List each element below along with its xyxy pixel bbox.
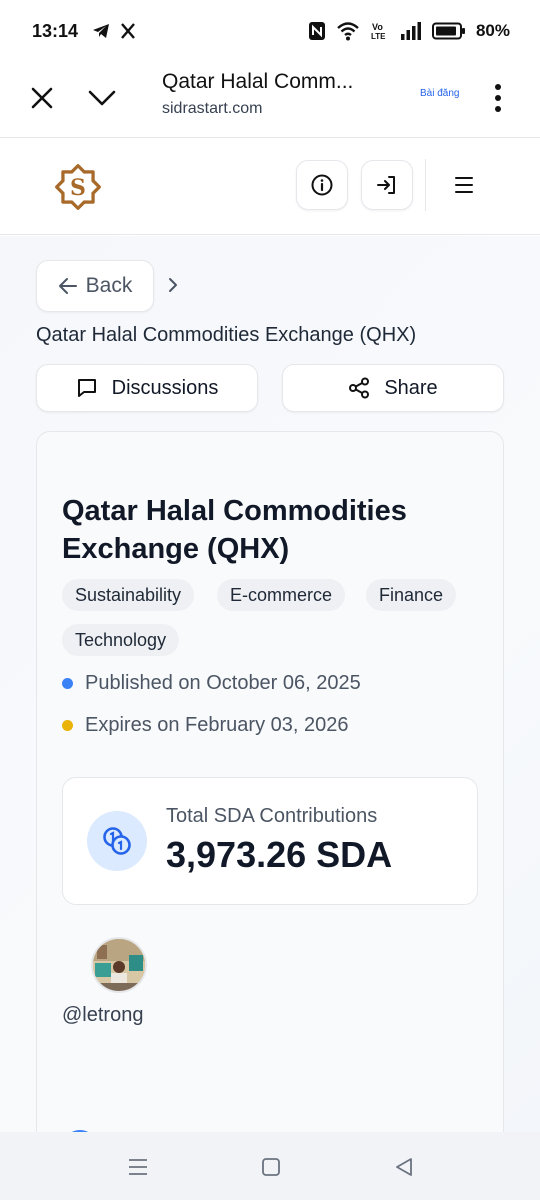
expires-row: Expires on February 03, 2026 [62,714,349,737]
share-button[interactable]: Share [282,364,504,412]
more-vert-icon-dot [495,84,501,90]
nfc-icon [308,22,325,40]
menu-lines-icon [129,1159,147,1175]
tag-chip[interactable]: Technology [62,624,180,656]
avatar[interactable] [91,937,147,993]
login-icon [377,176,395,194]
battery-icon [431,22,465,40]
recent-apps-button[interactable] [124,1154,152,1180]
more-vert-icon-dot [495,95,501,101]
published-row: Published on October 06, 2025 [62,672,361,695]
coins-icon [87,811,147,871]
back-button[interactable]: Back [36,260,154,312]
breadcrumb-chevron-icon [169,278,177,292]
tag-chip[interactable]: Sustainability [62,579,195,611]
discussions-button[interactable]: Discussions [36,364,258,412]
svg-text:Vo: Vo [372,22,383,32]
tag-chip[interactable]: E-commerce [217,579,346,611]
x-logo-icon [121,23,135,39]
share-label: Share [384,376,438,399]
published-date: Published on October 06, 2025 [85,672,361,694]
chevron-down-icon [88,90,116,106]
close-icon [31,87,53,109]
username[interactable]: @letrong [62,1004,143,1027]
tag-chip[interactable]: Finance [366,579,457,611]
contributions-label: Total SDA Contributions [166,805,378,827]
browser-menu-button[interactable] [484,80,512,116]
signal-icon [400,22,421,40]
back-label: Back [85,274,133,297]
square-home-icon [262,1158,280,1176]
expires-date: Expires on February 03, 2026 [85,714,349,736]
chat-bubble-icon [77,379,96,397]
browser-toolbar: Qatar Halal Comm... sidrastart.com Bài đ… [0,62,540,138]
logo-letter: S [70,175,86,201]
header-divider [425,159,426,211]
expires-dot [62,720,73,731]
telegram-icon [93,24,110,38]
wifi-icon [337,22,359,41]
minimize-button[interactable] [86,82,118,114]
more-vert-icon-dot [495,106,501,112]
page-title: Qatar Halal Commodities Exchange (QHX) [36,324,417,346]
hamburger-icon-bar [455,191,473,193]
logo-star-icon: S [55,164,101,210]
browser-title-area[interactable]: Qatar Halal Comm... sidrastart.com [162,70,392,118]
browser-page-title: Qatar Halal Comm... [162,70,354,93]
info-button[interactable] [296,160,348,210]
browser-url: sidrastart.com [162,100,263,117]
published-dot [62,678,73,689]
hamburger-icon-bar [455,177,473,179]
site-header: S [0,139,540,235]
system-back-button[interactable] [390,1154,418,1180]
triangle-back-icon [396,1158,412,1176]
status-time: 13:14 [32,20,79,41]
main-content: Back Qatar Halal Commodities Exchange (Q… [0,236,540,1132]
battery-percent: 80% [475,21,510,40]
project-card: Qatar Halal Commodities Exchange (QHX) S… [36,431,504,1132]
system-nav-bar [0,1132,540,1200]
browser-badge[interactable]: Bài đăng [420,88,459,99]
status-bar: 13:14 Vo LTE 80% [0,0,540,62]
login-button[interactable] [361,160,413,210]
site-logo[interactable]: S [50,159,106,215]
project-title: Qatar Halal Commodities Exchange (QHX) [62,495,407,565]
info-icon [311,174,333,196]
contributions-box: Total SDA Contributions 3,973.26 SDA [62,777,478,905]
arrow-left-icon [58,278,77,294]
hamburger-menu-button[interactable] [446,169,482,201]
discussions-label: Discussions [111,376,219,399]
volte-icon: VoLTE [371,22,386,41]
contributions-value: 3,973.26 SDA [166,834,393,875]
home-button[interactable] [257,1154,285,1180]
svg-text:LTE: LTE [371,32,386,41]
hamburger-icon-bar [455,184,473,186]
share-icon [349,377,370,399]
avatar-photo [93,939,145,991]
close-tab-button[interactable] [26,82,58,114]
